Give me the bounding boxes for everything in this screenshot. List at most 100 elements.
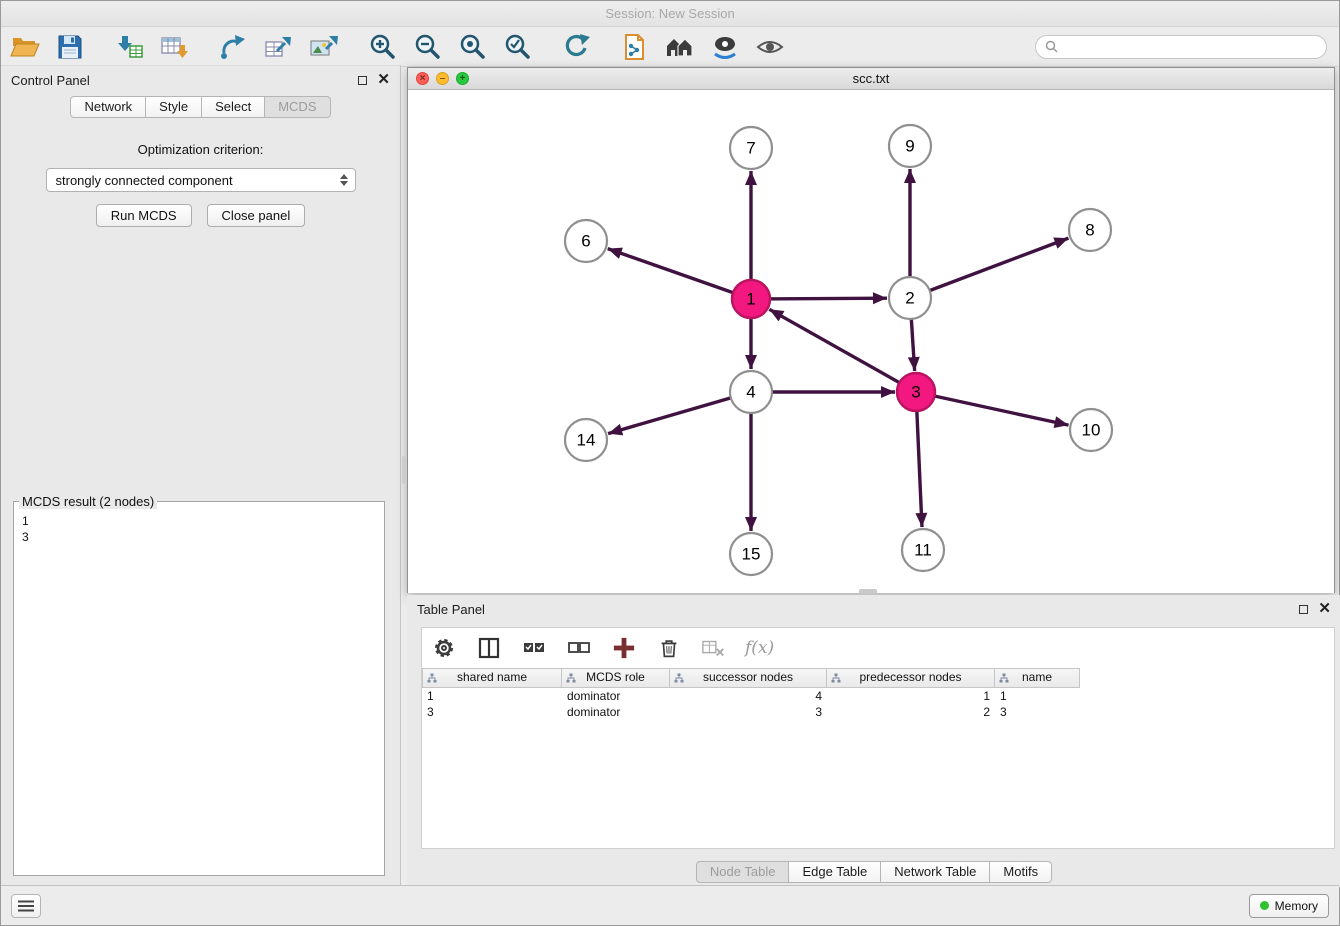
horizontal-scrollbar[interactable] xyxy=(859,589,877,594)
search-input[interactable] xyxy=(1064,40,1317,54)
graph-edge-3-1[interactable] xyxy=(769,309,916,392)
graph-node-11[interactable]: 11 xyxy=(902,529,944,571)
tab-node-table[interactable]: Node Table xyxy=(696,861,790,883)
graph-node-10[interactable]: 10 xyxy=(1070,409,1112,451)
graph-node-14[interactable]: 14 xyxy=(565,419,607,461)
homes-button[interactable] xyxy=(664,31,696,63)
zoom-fit-button[interactable] xyxy=(456,31,488,63)
float-panel-icon[interactable] xyxy=(358,76,367,85)
import-table-icon xyxy=(159,33,189,61)
status-bar: Memory xyxy=(1,885,1339,925)
network-window-titlebar[interactable]: × – + scc.txt xyxy=(408,68,1334,90)
zoom-selected-button[interactable] xyxy=(501,31,533,63)
save-session-button[interactable] xyxy=(54,31,86,63)
import-table-button[interactable] xyxy=(158,31,190,63)
main-toolbar xyxy=(1,27,1339,67)
tab-mcds[interactable]: MCDS xyxy=(265,96,330,118)
graph-node-8[interactable]: 8 xyxy=(1069,209,1111,251)
zoom-selected-icon xyxy=(502,32,532,62)
tab-style[interactable]: Style xyxy=(146,96,202,118)
graph-edge-1-2[interactable] xyxy=(751,298,887,299)
column-header-shared-name[interactable]: shared name xyxy=(422,669,562,687)
close-panel-icon[interactable]: ✕ xyxy=(377,74,390,86)
control-panel-header: Control Panel ✕ xyxy=(1,66,400,94)
float-table-panel-icon[interactable] xyxy=(1299,605,1308,614)
window-title: Session: New Session xyxy=(605,6,734,21)
graph-edge-1-6[interactable] xyxy=(608,249,751,299)
delete-table-button[interactable] xyxy=(700,634,728,662)
run-mcds-button[interactable]: Run MCDS xyxy=(96,204,192,227)
graph-node-3[interactable]: 3 xyxy=(897,373,935,411)
graph-node-2[interactable]: 2 xyxy=(889,277,931,319)
panel-splitter-handle[interactable] xyxy=(402,456,406,484)
network-arrows-icon xyxy=(218,33,248,61)
graph-edge-2-8[interactable] xyxy=(910,238,1068,298)
add-column-button[interactable] xyxy=(610,634,638,662)
graph-node-1[interactable]: 1 xyxy=(732,280,770,318)
network-arrows-button[interactable] xyxy=(217,31,249,63)
tab-motifs[interactable]: Motifs xyxy=(990,861,1052,883)
save-icon xyxy=(56,33,84,61)
table-panel-header: Table Panel ✕ xyxy=(407,595,1340,623)
graph-node-9[interactable]: 9 xyxy=(889,125,931,167)
style-brush-icon xyxy=(710,33,740,61)
toolbar-group-session xyxy=(9,31,86,63)
graph-node-label: 3 xyxy=(911,383,920,402)
memory-button[interactable]: Memory xyxy=(1249,894,1329,918)
tab-select[interactable]: Select xyxy=(202,96,265,118)
zoom-out-button[interactable] xyxy=(411,31,443,63)
graph-node-label: 15 xyxy=(742,545,761,564)
deselect-all-button[interactable] xyxy=(565,634,593,662)
mcds-result-box: MCDS result (2 nodes) 13 xyxy=(13,494,385,876)
network-graph[interactable]: 7 9 6 8 1 2 4 3 14 10 15 11 xyxy=(408,90,1334,592)
close-panel-button[interactable]: Close panel xyxy=(207,204,306,227)
show-columns-button[interactable] xyxy=(475,634,503,662)
menu-list-button[interactable] xyxy=(11,894,41,918)
search-field[interactable] xyxy=(1035,35,1327,59)
function-builder-button[interactable]: f(x) xyxy=(745,638,774,658)
toolbar-group-import xyxy=(113,31,190,63)
zoom-in-button[interactable] xyxy=(366,31,398,63)
column-header-predecessor-nodes[interactable]: predecessor nodes xyxy=(827,669,995,687)
document-share-button[interactable] xyxy=(619,31,651,63)
search-icon xyxy=(1045,40,1058,53)
eye-button[interactable] xyxy=(754,31,786,63)
toolbar-group-refresh xyxy=(560,31,592,63)
mcds-result-list[interactable]: 13 xyxy=(14,509,384,549)
table-cell: 3 xyxy=(995,704,1080,720)
toolbar-group-export xyxy=(217,31,339,63)
minimize-window-icon[interactable]: – xyxy=(436,72,449,85)
select-all-button[interactable] xyxy=(520,634,548,662)
delete-column-button[interactable] xyxy=(655,634,683,662)
maximize-window-icon[interactable]: + xyxy=(456,72,469,85)
graph-node-15[interactable]: 15 xyxy=(730,533,772,575)
tab-edge-table[interactable]: Edge Table xyxy=(789,861,881,883)
tab-network-table[interactable]: Network Table xyxy=(881,861,990,883)
table-row[interactable]: 3dominator323 xyxy=(422,704,1334,720)
refresh-button[interactable] xyxy=(560,31,592,63)
close-window-icon[interactable]: × xyxy=(416,72,429,85)
graph-edge-3-10[interactable] xyxy=(916,392,1069,425)
graph-node-6[interactable]: 6 xyxy=(565,220,607,262)
export-table-button[interactable] xyxy=(262,31,294,63)
document-share-icon xyxy=(620,33,650,61)
graph-node-7[interactable]: 7 xyxy=(730,127,772,169)
graph-node-label: 8 xyxy=(1085,221,1094,240)
close-table-panel-icon[interactable]: ✕ xyxy=(1318,603,1331,615)
import-network-button[interactable] xyxy=(113,31,145,63)
network-canvas[interactable]: 7 9 6 8 1 2 4 3 14 10 15 11 xyxy=(408,90,1334,593)
column-header-name[interactable]: name xyxy=(995,669,1080,687)
style-brush-button[interactable] xyxy=(709,31,741,63)
graph-node-4[interactable]: 4 xyxy=(730,371,772,413)
column-header-MCDS-role[interactable]: MCDS role xyxy=(562,669,670,687)
open-session-button[interactable] xyxy=(9,31,41,63)
table-cell: dominator xyxy=(562,688,670,704)
graph-edge-3-11[interactable] xyxy=(916,392,922,527)
table-row[interactable]: 1dominator411 xyxy=(422,688,1334,704)
graph-edge-4-14[interactable] xyxy=(608,392,751,434)
column-header-successor-nodes[interactable]: successor nodes xyxy=(670,669,827,687)
table-settings-button[interactable] xyxy=(430,634,458,662)
export-image-button[interactable] xyxy=(307,31,339,63)
criterion-dropdown[interactable]: strongly connected component xyxy=(46,168,356,192)
tab-network[interactable]: Network xyxy=(70,96,146,118)
